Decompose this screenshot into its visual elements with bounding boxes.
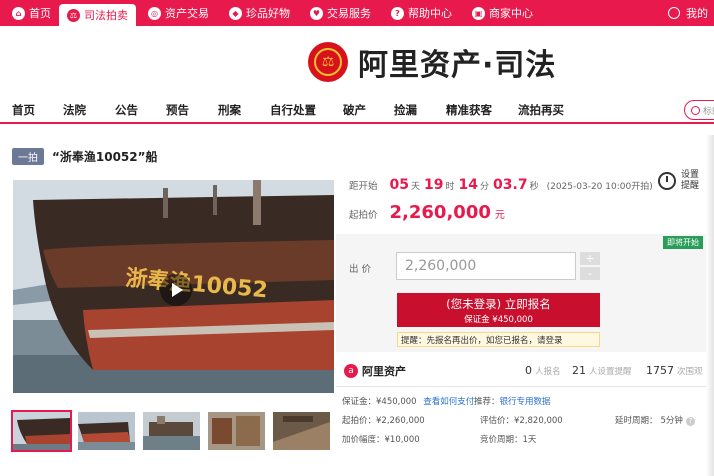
category-self-disposal[interactable]: 自行处置 — [270, 102, 316, 118]
category-precise-customers[interactable]: 精准获客 — [446, 102, 492, 118]
top-nav-home[interactable]: ⌂ 首页 — [0, 0, 59, 26]
compass-icon: ◎ — [148, 6, 161, 20]
top-nav-help[interactable]: ? 帮助中心 — [379, 0, 460, 26]
countdown-label: 距开始 — [349, 181, 378, 192]
category-notices[interactable]: 公告 — [115, 102, 138, 118]
lot-title: “浙奉渔10052”船 — [52, 150, 158, 164]
shop-icon: ▣ — [472, 6, 485, 20]
help-icon[interactable]: ? — [685, 417, 695, 426]
views-stat: 1757 次围观 — [646, 364, 703, 377]
bank-data-link[interactable]: 银行专用数据 — [500, 397, 551, 407]
ali-assets-logo-icon: a — [344, 364, 358, 378]
login-link[interactable]: 请登录 — [537, 334, 563, 346]
how-to-pay-link[interactable]: 查看如何支付 — [423, 397, 474, 407]
increment-info: 加价幅度：¥10,000 — [342, 435, 420, 445]
auction-icon: ⚖ — [67, 8, 80, 22]
register-button[interactable]: (您未登录) 立即报名 保证金 ¥450,000 — [397, 293, 600, 327]
appraisal-info: 评估价：¥2,820,000 — [480, 416, 563, 426]
bid-decrease-button[interactable]: - — [580, 267, 600, 280]
countdown-seconds: 03.7 — [493, 177, 528, 193]
login-tip: 提醒：先报名再出价，如您已报名， 请登录 — [397, 332, 600, 347]
delay-info: 延时周期： 5分钟? — [615, 414, 695, 426]
recommend-info: 推荐：银行专用数据 — [474, 397, 551, 407]
gem-icon: ◆ — [229, 6, 242, 20]
search-icon — [691, 105, 700, 115]
divider — [336, 386, 706, 387]
thumbnail-2[interactable] — [78, 412, 135, 450]
starting-price-label: 起拍价 — [349, 210, 378, 221]
top-nav-merchant[interactable]: ▣ 商家中心 — [460, 0, 541, 26]
thumbnail-3[interactable] — [143, 412, 200, 450]
starting-price-value: 2,260,000 — [389, 202, 491, 223]
set-reminder-button[interactable]: 设置提醒 — [658, 170, 701, 192]
heart-icon: ♥ — [310, 6, 323, 20]
category-previews[interactable]: 预告 — [166, 102, 189, 118]
registrations-stat: 0 人报名 — [525, 364, 561, 377]
organizer-row: a 阿里资产 0 人报名 21 人设置提醒 1757 次围观 — [340, 360, 706, 382]
court-emblem-icon: ⚖ — [308, 42, 348, 82]
bid-amount-input[interactable]: 2,260,000 — [396, 252, 576, 280]
play-video-icon[interactable] — [160, 274, 192, 306]
top-nav-services[interactable]: ♥ 交易服务 — [298, 0, 379, 26]
home-icon: ⌂ — [12, 6, 25, 20]
user-menu[interactable]: 我的 — [668, 0, 714, 26]
help-icon: ? — [391, 6, 404, 20]
category-bankruptcy[interactable]: 破产 — [343, 102, 366, 118]
alarm-clock-icon — [658, 172, 676, 190]
status-badge: 即将开始 — [663, 236, 703, 249]
site-logo[interactable]: ⚖ 阿里资产·司法 — [308, 40, 556, 84]
category-nav: 首页 法院 公告 预告 刑案 自行处置 破产 捡漏 精准获客 流拍再买 标的 — [0, 98, 714, 124]
thumbnail-4[interactable] — [208, 412, 265, 450]
top-nav-bar: ⌂ 首页 ⚖ 司法拍卖 ◎ 资产交易 ◆ 珍品好物 ♥ 交易服务 ? 帮助中心 ▣ 商家中心 … — [0, 0, 714, 26]
category-courts[interactable]: 法院 — [63, 102, 86, 118]
starting-price-row: 起拍价 2,260,000 元 — [349, 202, 505, 223]
bid-increase-button[interactable]: + — [580, 252, 600, 265]
countdown-minutes: 14 — [458, 177, 478, 193]
reminder-label: 设置提醒 — [681, 170, 700, 191]
top-nav-treasures[interactable]: ◆ 珍品好物 — [217, 0, 298, 26]
top-nav-asset-trade[interactable]: ◎ 资产交易 — [136, 0, 217, 26]
bid-label: 出 价 — [349, 264, 372, 275]
bidding-period-info: 竞价周期：1天 — [480, 435, 537, 445]
category-relist[interactable]: 流拍再买 — [518, 102, 564, 118]
organizer-name[interactable]: 阿里资产 — [362, 363, 406, 379]
countdown-hours: 19 — [424, 177, 444, 193]
auction-round-badge: 一拍 — [12, 148, 44, 165]
register-button-label: (您未登录) 立即报名 — [446, 297, 551, 311]
countdown-days: 05 — [389, 177, 409, 193]
reminders-stat: 21 人设置提醒 — [572, 364, 632, 377]
countdown-row: 距开始 05 天 19 时 14 分 03.7 秒 (2025-03-20 10:00开… — [349, 177, 653, 193]
right-scroll-shadow — [706, 135, 714, 476]
thumbnail-strip — [11, 410, 338, 452]
category-home[interactable]: 首页 — [12, 102, 35, 118]
auction-start-time: (2025-03-20 10:00开拍) — [546, 182, 653, 192]
logo-text: 阿里资产·司法 — [358, 48, 557, 83]
deposit-info: 保证金：¥450,000 查看如何支付 — [342, 397, 475, 407]
lot-title-row: 一拍 “浙奉渔10052”船 — [12, 148, 158, 165]
thumbnail-5[interactable] — [273, 412, 330, 450]
user-icon — [668, 7, 680, 19]
thumbnail-1[interactable] — [11, 410, 72, 452]
category-criminal[interactable]: 刑案 — [218, 102, 241, 118]
start-price-info: 起拍价：¥2,260,000 — [342, 416, 425, 426]
category-bargains[interactable]: 捡漏 — [394, 102, 417, 118]
top-nav-judicial-auction[interactable]: ⚖ 司法拍卖 — [59, 4, 136, 26]
search-box[interactable]: 标的 — [684, 100, 714, 120]
register-deposit-label: 保证金 ¥450,000 — [464, 315, 533, 325]
